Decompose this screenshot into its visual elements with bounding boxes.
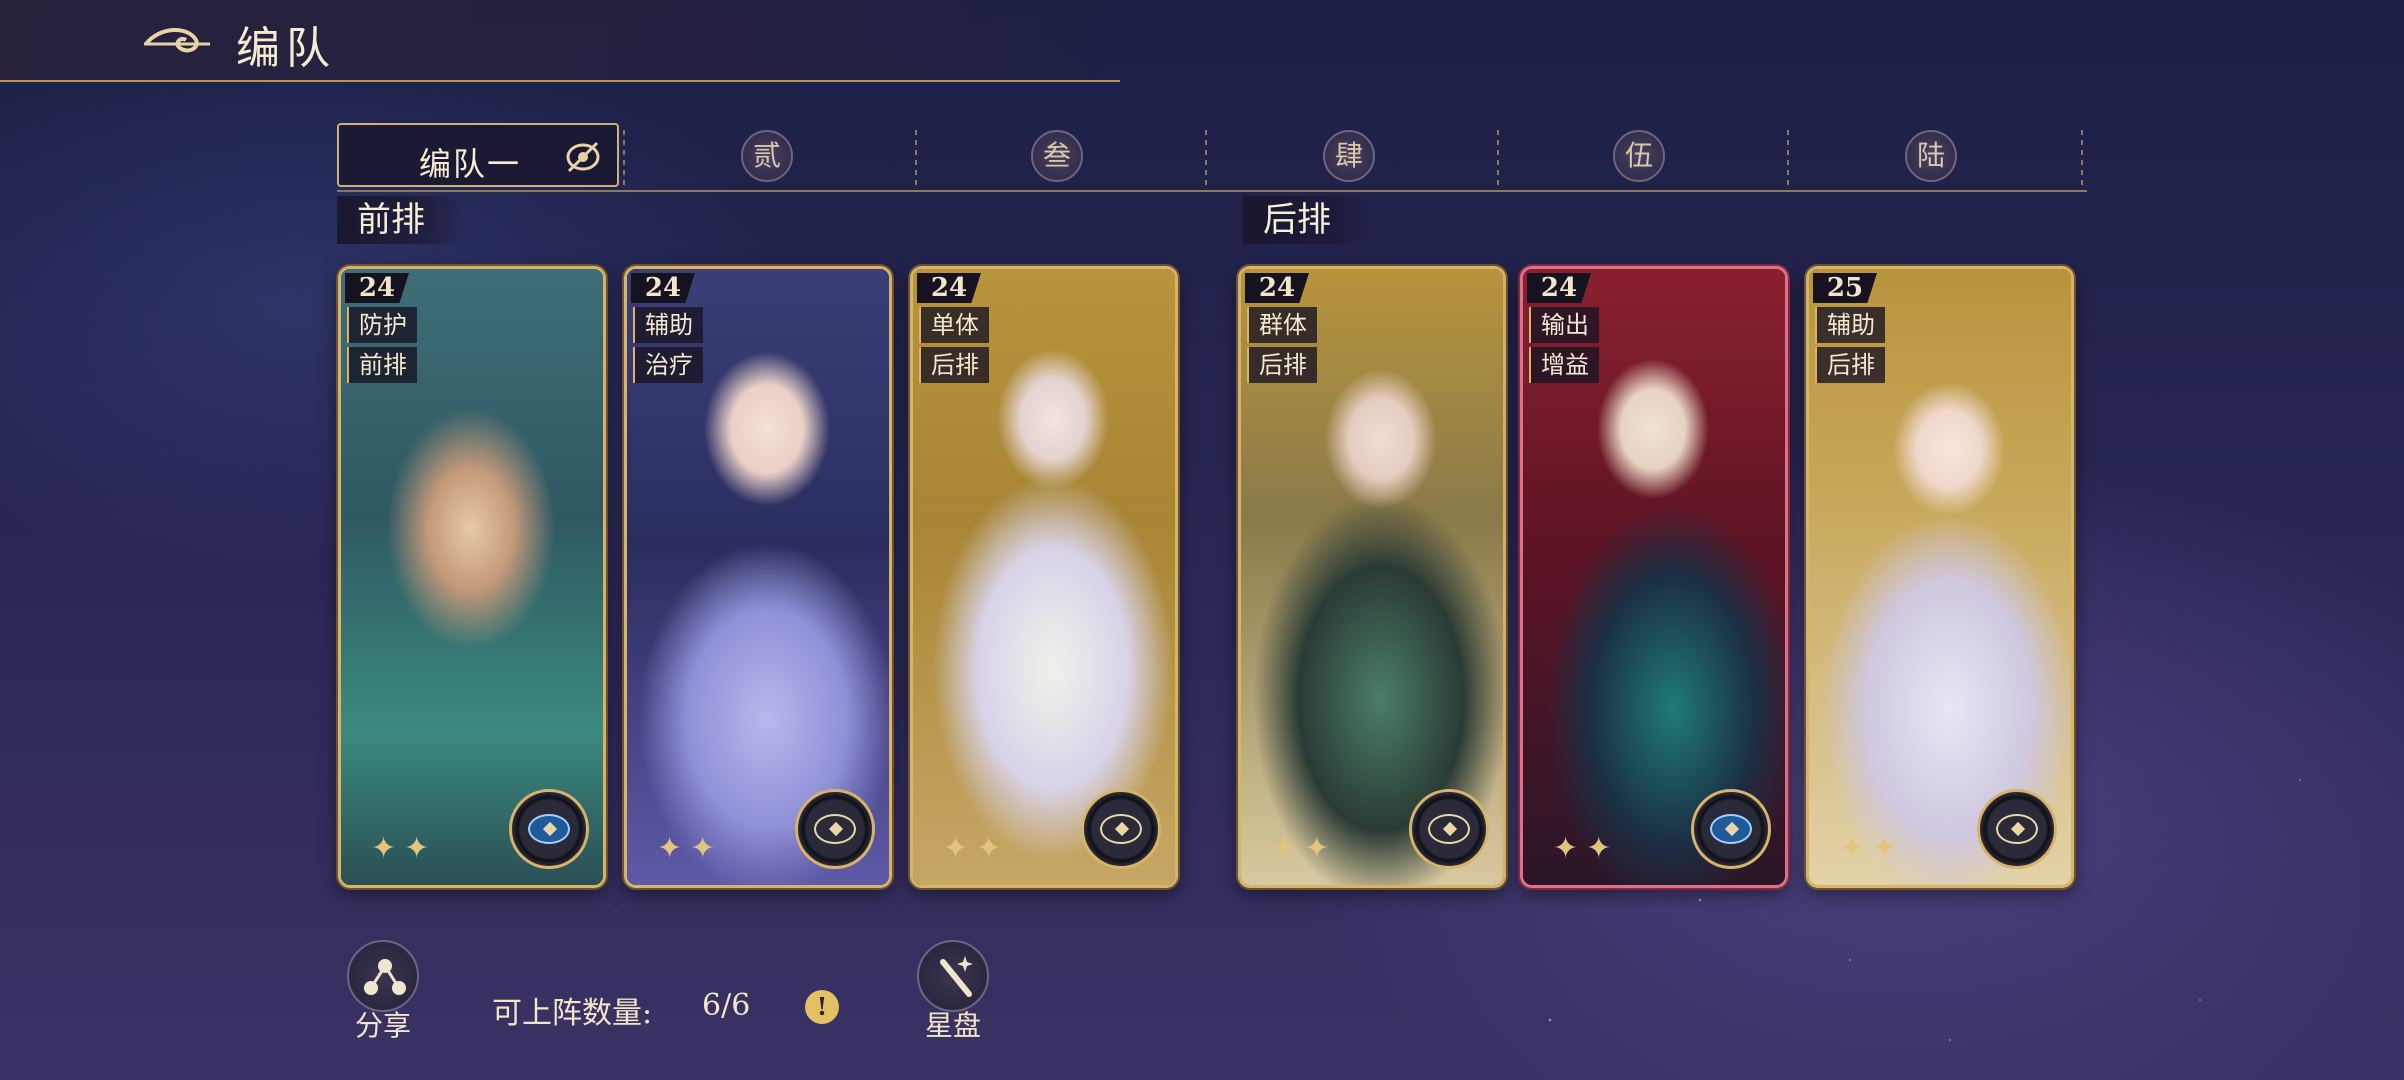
deploy-count-value: 6/6 — [702, 988, 751, 1023]
tab-separator — [2081, 130, 2083, 186]
position-tag: 治疗 — [633, 347, 703, 383]
level-badge: 24 — [345, 273, 409, 303]
role-tag: 单体 — [919, 307, 989, 343]
tab-team-4[interactable]: 肆 — [1323, 130, 1375, 182]
dark-compass-icon — [795, 789, 875, 869]
tab-separator — [1205, 130, 1207, 186]
tab-team-3[interactable]: 叁 — [1031, 130, 1083, 182]
blue-compass-icon — [509, 789, 589, 869]
starchart-label: 星盘 — [924, 1009, 981, 1042]
position-tag: 后排 — [1815, 347, 1885, 383]
tabs-underline — [337, 190, 2087, 192]
character-card[interactable]: 24 群体 后排 ✦✦ — [1238, 266, 1506, 888]
dark-compass-icon — [1409, 789, 1489, 869]
level-badge: 24 — [1245, 273, 1309, 303]
character-card[interactable]: 25 辅助 后排 ✦✦ — [1806, 266, 2074, 888]
character-card[interactable]: 24 输出 增益 ✦✦ — [1520, 266, 1788, 888]
position-tag: 增益 — [1529, 347, 1599, 383]
character-card[interactable]: 24 辅助 治疗 ✦✦ — [624, 266, 892, 888]
level-badge: 25 — [1813, 273, 1877, 303]
dark-compass-icon — [1081, 789, 1161, 869]
team-tabs: 编队一 贰 叁 肆 伍 陆 — [337, 120, 2087, 192]
front-row-label: 前排 — [337, 196, 465, 244]
page-title: 编队 — [236, 23, 336, 74]
character-card[interactable]: 24 单体 后排 ✦✦ — [910, 266, 1178, 888]
role-tag: 群体 — [1247, 307, 1317, 343]
tab-team-6[interactable]: 陆 — [1905, 130, 1957, 182]
star-rating-icon: ✦✦ — [371, 831, 438, 866]
info-icon[interactable]: ! — [805, 990, 839, 1024]
role-tag: 输出 — [1529, 307, 1599, 343]
magic-wand-icon — [917, 940, 989, 1012]
tab-team-1-label: 编队一 — [419, 145, 522, 183]
level-badge: 24 — [917, 273, 981, 303]
share-button[interactable]: 分享 — [340, 940, 426, 1042]
level-badge: 24 — [631, 273, 695, 303]
star-rating-icon: ✦✦ — [943, 831, 1010, 866]
position-tag: 后排 — [1247, 347, 1317, 383]
role-tag: 辅助 — [633, 307, 703, 343]
tab-separator — [1787, 130, 1789, 186]
role-tag: 辅助 — [1815, 307, 1885, 343]
role-tag: 防护 — [347, 307, 417, 343]
level-badge: 24 — [1527, 273, 1591, 303]
tab-separator — [915, 130, 917, 186]
star-rating-icon: ✦✦ — [1271, 831, 1338, 866]
tab-separator — [623, 130, 625, 186]
share-icon — [347, 940, 419, 1012]
star-rating-icon: ✦✦ — [1553, 831, 1620, 866]
tab-team-5[interactable]: 伍 — [1613, 130, 1665, 182]
dark-compass-icon — [1977, 789, 2057, 869]
position-tag: 前排 — [347, 347, 417, 383]
character-card[interactable]: 24 防护 前排 ✦✦ — [338, 266, 606, 888]
starchart-button[interactable]: 星盘 — [910, 940, 996, 1042]
blue-compass-icon — [1691, 789, 1771, 869]
page-header: 编队 — [0, 0, 1120, 82]
hide-eye-icon[interactable] — [563, 139, 603, 175]
star-rating-icon: ✦✦ — [657, 831, 724, 866]
cloud-swirl-icon — [144, 27, 210, 53]
star-rating-icon: ✦✦ — [1839, 831, 1906, 866]
tab-separator — [1497, 130, 1499, 186]
position-tag: 后排 — [919, 347, 989, 383]
tab-team-1[interactable]: 编队一 — [337, 123, 619, 187]
tab-team-2[interactable]: 贰 — [741, 130, 793, 182]
share-label: 分享 — [354, 1009, 411, 1042]
deploy-count-label: 可上阵数量: — [492, 996, 653, 1031]
back-row-label: 后排 — [1243, 196, 1371, 244]
